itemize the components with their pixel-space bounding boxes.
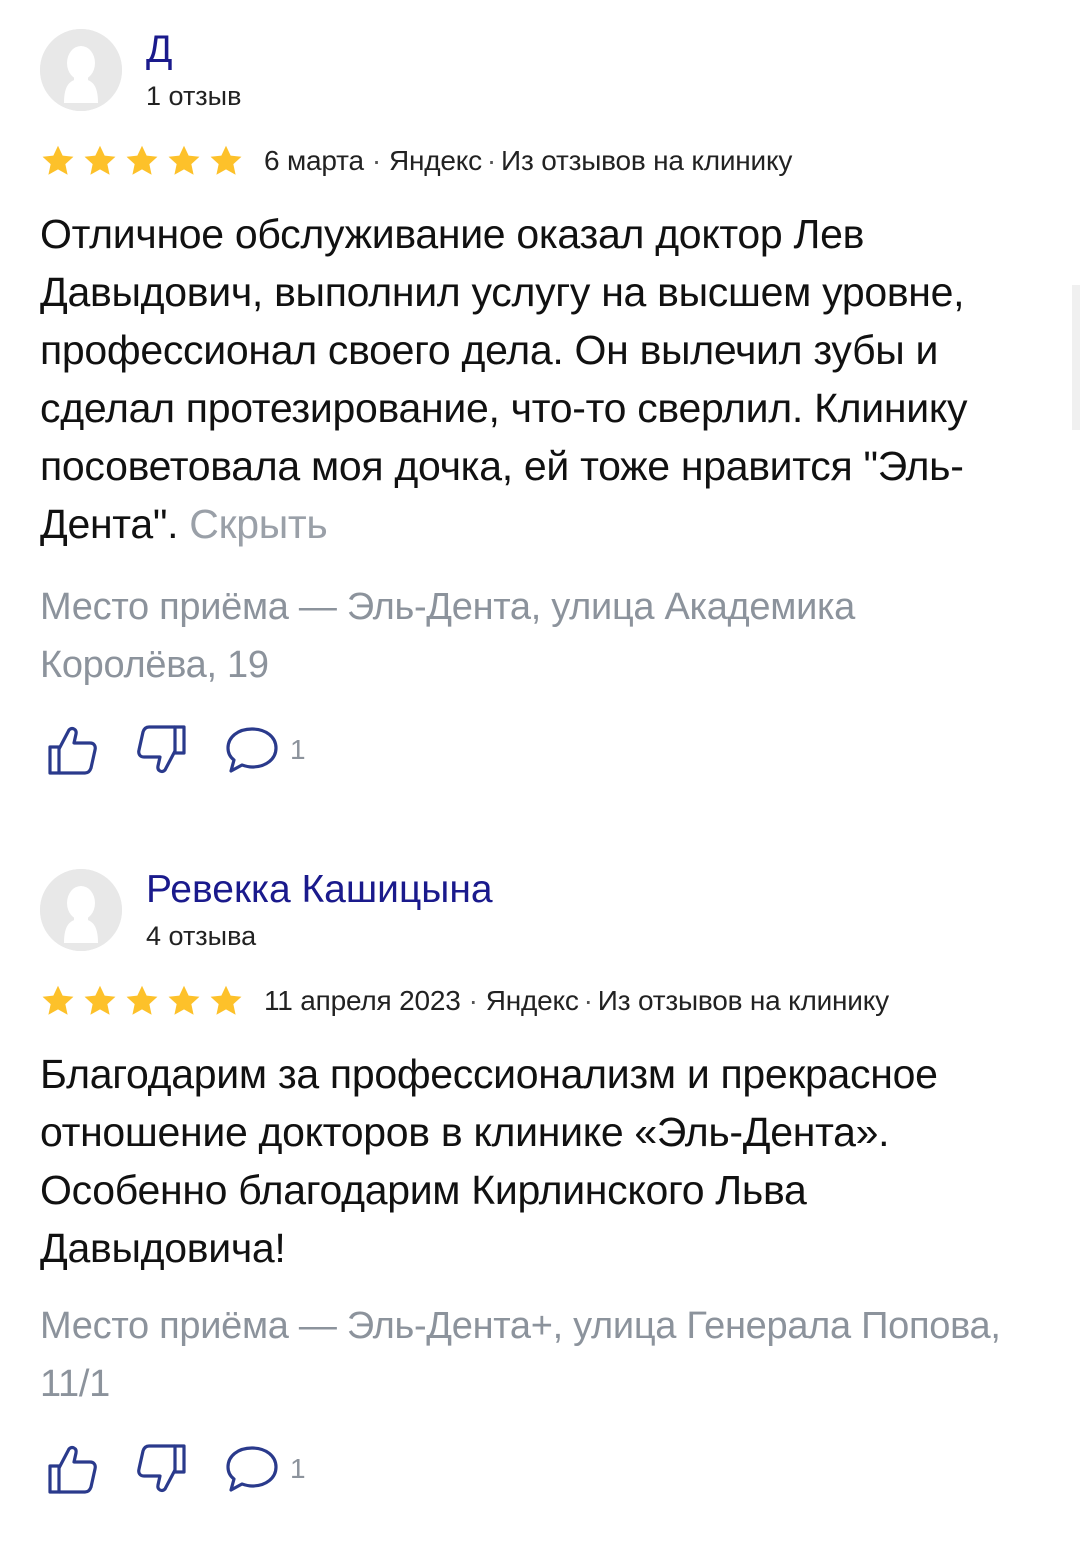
dislike-button[interactable]	[134, 722, 190, 778]
review-body: Благодарим за профессионализм и прекрасн…	[40, 1051, 938, 1271]
comment-count: 1	[290, 1453, 306, 1484]
review-source: Яндекс	[485, 985, 579, 1016]
star-icon	[42, 145, 74, 175]
like-button[interactable]	[44, 722, 100, 778]
comments-button[interactable]: 1	[224, 1442, 306, 1496]
author-review-count: 4 отзыва	[146, 921, 257, 951]
review-origin: Из отзывов на клинику	[597, 985, 889, 1016]
comment-count: 1	[290, 734, 306, 765]
review-text: Благодарим за профессионализм и прекрасн…	[40, 1045, 1050, 1277]
author-review-count: 1 отзыв	[146, 81, 242, 111]
default-avatar-icon[interactable]	[40, 29, 122, 111]
visit-place[interactable]: Место приёма — Эль-Дента+, улица Генерал…	[40, 1297, 1040, 1413]
scrollbar[interactable]	[1072, 285, 1080, 430]
review-actions: 1	[44, 722, 306, 778]
thumbs-up-icon	[48, 1446, 97, 1494]
star-icon	[168, 145, 200, 175]
review-text: Отличное обслуживание оказал доктор Лев …	[40, 205, 1050, 553]
meta-separator: ·	[468, 985, 478, 1016]
default-avatar-icon[interactable]	[40, 869, 122, 951]
author-name[interactable]: Ревекка Кашицына	[146, 870, 493, 909]
meta-separator: ·	[486, 145, 497, 176]
author-name[interactable]: Д	[146, 30, 172, 69]
hide-review-link[interactable]: Скрыть	[189, 501, 327, 547]
star-icon	[210, 145, 242, 175]
star-icon	[84, 145, 116, 175]
star-icon	[210, 985, 242, 1015]
star-icon	[42, 985, 74, 1015]
review-body: Отличное обслуживание оказал доктор Лев …	[40, 211, 968, 547]
thumbs-down-icon	[137, 725, 186, 773]
comments-button[interactable]: 1	[224, 723, 306, 777]
visit-place[interactable]: Место приёма — Эль-Дента, улица Академик…	[40, 578, 1040, 694]
review-date: 6 марта	[264, 145, 364, 176]
comment-bubble-icon	[226, 727, 278, 773]
dislike-button[interactable]	[134, 1441, 190, 1497]
review-meta: 11 апреля 2023 · Яндекс · Из отзывов на …	[40, 983, 889, 1019]
meta-separator: ·	[583, 985, 593, 1016]
star-icon	[126, 145, 158, 175]
rating-stars	[40, 983, 244, 1019]
review-meta: 6 марта · Яндекс · Из отзывов на клинику	[40, 143, 792, 179]
thumbs-down-icon	[137, 1444, 186, 1492]
star-icon	[168, 985, 200, 1015]
review-actions: 1	[44, 1441, 306, 1497]
star-icon	[126, 985, 158, 1015]
review-source: Яндекс	[388, 145, 482, 176]
star-icon	[84, 985, 116, 1015]
review-origin: Из отзывов на клинику	[501, 145, 793, 176]
meta-separator: ·	[371, 145, 381, 176]
thumbs-up-icon	[48, 727, 97, 775]
review-date: 11 апреля 2023	[264, 985, 461, 1016]
like-button[interactable]	[44, 1441, 100, 1497]
rating-stars	[40, 143, 244, 179]
comment-bubble-icon	[226, 1446, 278, 1492]
